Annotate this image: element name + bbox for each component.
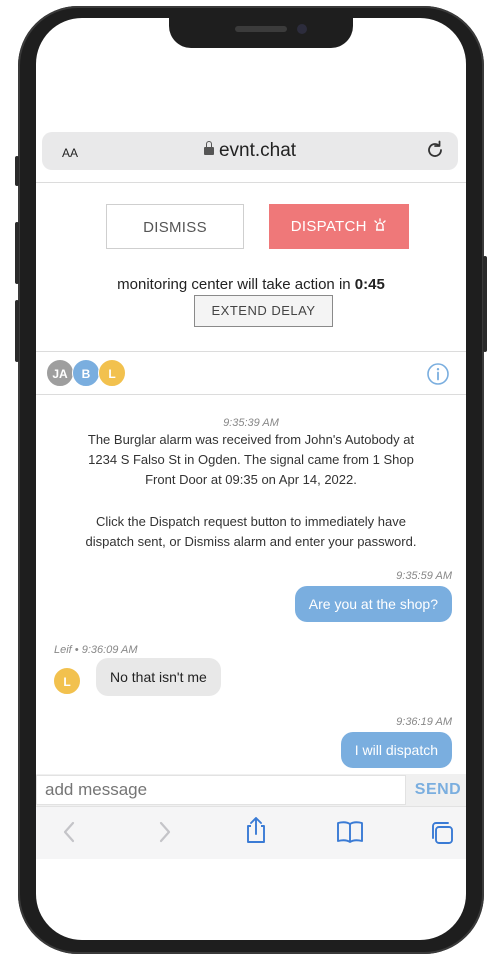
extend-delay-button[interactable]: EXTEND DELAY [194, 295, 333, 327]
lock-icon [203, 141, 214, 155]
system-message-line: 1234 S Falso St in Ogden. The signal cam… [88, 452, 414, 467]
reload-icon[interactable] [424, 139, 446, 166]
urlbar-divider [36, 182, 466, 183]
message-input[interactable] [36, 775, 406, 805]
message-timestamp: 9:35:59 AM [396, 570, 452, 582]
host-text: evnt.chat [218, 140, 297, 161]
mute-switch [15, 156, 19, 186]
countdown-text: monitoring center will take action in 0:… [36, 276, 466, 293]
participant-avatar[interactable]: B [72, 359, 100, 387]
siren-icon [374, 218, 386, 231]
phone-screen: AA evnt.chat DISMISS DISPATCH monitoring… [36, 18, 466, 940]
dismiss-button[interactable]: DISMISS [106, 204, 244, 249]
outgoing-message-bubble[interactable]: Are you at the shop? [294, 586, 452, 622]
front-camera [297, 24, 307, 34]
info-icon[interactable] [426, 362, 450, 391]
incoming-message-bubble[interactable]: No that isn't me [96, 658, 221, 696]
participant-avatar[interactable]: L [98, 359, 126, 387]
system-message-line: The Burglar alarm was received from John… [87, 432, 415, 447]
outgoing-message-bubble[interactable]: I will dispatch [340, 732, 452, 768]
speaker [235, 26, 287, 32]
dispatch-label: DISPATCH [290, 218, 367, 235]
actions-divider [36, 351, 466, 352]
send-button[interactable]: SEND [410, 774, 466, 806]
message-sender: Leif • 9:36:09 AM [54, 644, 138, 656]
system-message-line: Click the Dispatch request button to imm… [96, 514, 406, 529]
notch [169, 18, 353, 48]
sender-avatar: L [53, 667, 81, 695]
url-host[interactable]: evnt.chat [42, 140, 458, 162]
forward-icon[interactable] [152, 819, 176, 850]
participants-divider [36, 394, 466, 395]
participant-avatar[interactable]: JA [46, 359, 74, 387]
browser-toolbar [36, 806, 466, 859]
tabs-icon[interactable] [428, 819, 456, 852]
message-timestamp: 9:36:19 AM [396, 716, 452, 728]
system-message-line: dispatch sent, or Dismiss alarm and ente… [85, 534, 417, 549]
dispatch-button[interactable]: DISPATCH [269, 204, 409, 249]
system-message-line: Front Door at 09:35 on Apr 14, 2022. [145, 472, 357, 487]
volume-up-button [15, 222, 19, 284]
share-icon[interactable] [242, 815, 270, 850]
countdown-prefix: monitoring center will take action in [117, 276, 351, 293]
power-button [483, 256, 487, 352]
bookmarks-icon[interactable] [334, 819, 366, 850]
back-icon[interactable] [58, 819, 82, 850]
countdown-value: 0:45 [354, 276, 385, 293]
volume-down-button [15, 300, 19, 362]
message-composer: SEND [36, 774, 466, 806]
address-bar[interactable]: AA evnt.chat [42, 132, 458, 170]
